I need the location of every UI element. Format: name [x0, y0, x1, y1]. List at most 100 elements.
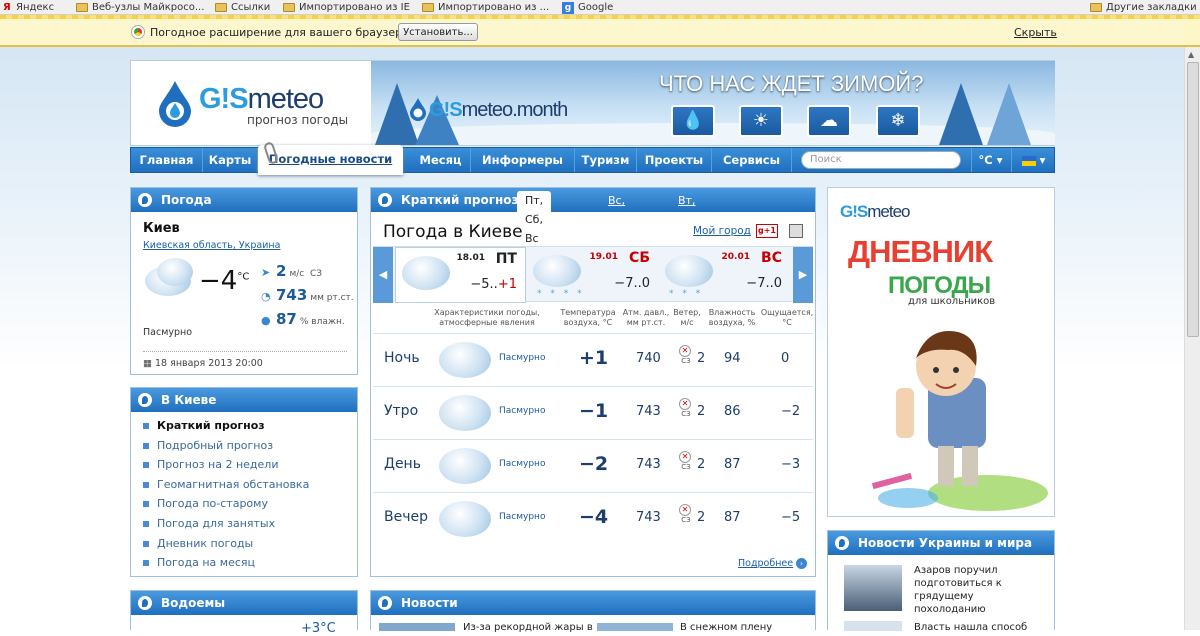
folder-icon: [215, 3, 227, 12]
tree-icon: [939, 83, 983, 145]
drop-icon: [378, 596, 392, 610]
table-row: Утро Пасмурно −1 743 ✕ СЗ 2 86 −2: [373, 386, 813, 439]
cloud-icon: [439, 342, 491, 378]
observation-date: ▦ 18 января 2013 20:00: [143, 351, 347, 369]
cloud-icon: [439, 395, 491, 431]
water-panel: Водоемы +3°C: [130, 590, 358, 636]
gplus-button[interactable]: g+1: [756, 224, 778, 238]
chevron-right-icon[interactable]: ›: [796, 558, 807, 569]
cloud-icon: [533, 255, 581, 287]
tree-icon: [987, 83, 1031, 145]
install-button[interactable]: Установить...: [398, 23, 478, 41]
bookmark-folder[interactable]: Ссылки: [215, 1, 270, 14]
link-month[interactable]: Погода на месяц: [143, 556, 309, 576]
column-header: Ощущается, °C: [760, 308, 814, 327]
google-icon: g: [562, 1, 574, 14]
ad-title: ДНЕВНИК ПОГОДЫ: [848, 234, 993, 299]
nav-services[interactable]: Сервисы: [712, 148, 792, 172]
link-short-forecast[interactable]: Краткий прогноз: [143, 419, 309, 439]
cloud-icon: ☁: [807, 105, 851, 137]
link-detailed-forecast[interactable]: Подробный прогноз: [143, 439, 309, 459]
panel-header: Водоемы: [131, 591, 357, 615]
humidity-metric: ● 87% влажн.: [261, 310, 345, 328]
link-diary[interactable]: Дневник погоды: [143, 537, 309, 557]
bookmark-folder[interactable]: Веб-узлы Майкросо...: [76, 1, 204, 14]
sun-icon: ☀: [739, 105, 783, 137]
country-selector[interactable]: ▾: [1011, 148, 1055, 172]
day-card[interactable]: * * * 20.01 ВС −7..0: [659, 247, 790, 303]
banner-title: ЧТО НАС ЖДЕТ ЗИМОЙ?: [659, 71, 924, 96]
site-logo[interactable]: G!Smeteo прогноз погоды: [131, 61, 371, 145]
banner-brand: G!Smeteo.month: [429, 99, 568, 121]
infobar-message: Погодное расширение для вашего браузера: [150, 26, 409, 39]
nav-maps[interactable]: Карты: [203, 148, 258, 172]
bookmark-folder[interactable]: Импортировано из IE: [283, 1, 410, 14]
calendar-icon: ▦: [143, 358, 152, 369]
nav-tourism[interactable]: Туризм: [575, 148, 637, 172]
link-old-style[interactable]: Погода по-старому: [143, 497, 309, 517]
bookmark-google[interactable]: g Google: [562, 1, 613, 14]
hide-link[interactable]: Скрыть: [1014, 26, 1057, 39]
link-for-busy[interactable]: Погода для занятых: [143, 517, 309, 537]
table-row: День Пасмурно −2 743 ✕ СЗ 2 87 −3: [373, 439, 813, 492]
nav-month[interactable]: Месяц: [411, 148, 471, 172]
panel-header: Погода: [131, 188, 357, 212]
nav-weather-news[interactable]: Погодные новости: [258, 145, 403, 175]
news-headline[interactable]: Азаров поручил подготовиться к грядущему…: [914, 564, 1002, 616]
day-card[interactable]: 18.01 ПТ −5..+1: [395, 247, 526, 303]
panel-header: Новости: [371, 591, 815, 615]
country-link[interactable]: Украина: [239, 240, 281, 251]
more-link[interactable]: Подробнее: [738, 558, 793, 569]
day-card[interactable]: * * * * 19.01 СБ −7..0: [527, 247, 658, 303]
page-scrollbar[interactable]: ▲: [1184, 47, 1200, 630]
nav-informers[interactable]: Информеры: [471, 148, 575, 172]
next-arrow-icon[interactable]: ▶: [793, 247, 813, 303]
scroll-up-icon[interactable]: ▲: [1188, 50, 1194, 59]
nav-projects[interactable]: Проекты: [637, 148, 712, 172]
search-input[interactable]: Поиск: [801, 151, 961, 169]
table-row: Ночь Пасмурно +1 740 ✕ СЗ 2 94 0: [373, 333, 813, 386]
region-link[interactable]: Киевская область: [143, 240, 233, 251]
cloud-icon: [439, 448, 491, 484]
diary-ad-banner[interactable]: G!Smeteo ДНЕВНИК ПОГОДЫ для школьников: [827, 187, 1055, 517]
prev-arrow-icon[interactable]: ◀: [373, 247, 393, 303]
news-panel: Новости Из-за рекордной жары в В снежном…: [370, 590, 816, 633]
tab-sun-mon-tue[interactable]: Вс, Пн, Вт: [600, 191, 635, 245]
bookmark-other[interactable]: Другие закладки: [1090, 1, 1197, 14]
winter-banner[interactable]: G!Smeteo.month ЧТО НАС ЖДЕТ ЗИМОЙ? 💧 ☀ ☁…: [371, 61, 1055, 145]
wind-icon: ➤: [261, 266, 271, 279]
current-temperature: −4°C: [199, 266, 250, 296]
ad-logo: G!Smeteo: [840, 202, 910, 221]
link-2-weeks[interactable]: Прогноз на 2 недели: [143, 458, 309, 478]
scrollbar-thumb[interactable]: [1187, 62, 1199, 337]
print-icon[interactable]: [789, 224, 803, 238]
bookmarks-bar: Я Яндекс Веб-узлы Майкросо... Ссылки Импо…: [0, 0, 1200, 15]
news-headline[interactable]: Власть нашла способ: [914, 621, 1027, 634]
wind-direction-icon: ✕ СЗ: [679, 504, 693, 528]
tab-fri-sat-sun[interactable]: Пт, Сб, Вс: [517, 191, 552, 245]
my-city-link[interactable]: Мой город: [693, 225, 751, 237]
condition-text: Пасмурно: [143, 327, 193, 338]
forecast-panel: Краткий прогноз: Пт, Сб, Вс Вс, Пн, Вт В…: [370, 187, 816, 577]
unit-selector[interactable]: °C ▾: [971, 148, 1009, 172]
folder-icon: [1090, 3, 1102, 12]
nav-home[interactable]: Главная: [131, 148, 203, 172]
news-headline[interactable]: Из-за рекордной жары в: [463, 621, 593, 634]
snow-icon: * * *: [669, 289, 704, 299]
folder-icon: [283, 3, 295, 12]
link-geomagnetic[interactable]: Геомагнитная обстановка: [143, 478, 309, 498]
gauge-icon: ◔: [261, 290, 271, 303]
drop-icon: [378, 193, 392, 207]
news-headline[interactable]: В снежном плену: [680, 621, 772, 634]
bookmark-folder[interactable]: Импортировано из ...: [422, 1, 549, 14]
bookmark-yandex[interactable]: Я Яндекс: [3, 1, 54, 14]
kiev-link-list: Краткий прогноз Подробный прогноз Прогно…: [143, 419, 309, 576]
logo-drop-icon: [159, 81, 191, 127]
infobar-body: Погодное расширение для вашего браузера …: [0, 19, 1184, 45]
current-weather-panel: Погода Киев Киевская область, Украина −4…: [130, 187, 358, 375]
water-temp: +3°C: [301, 621, 336, 636]
tab-tue-wed-thu[interactable]: Вт, Ср, Чт: [670, 191, 704, 245]
site-header: G!Smeteo прогноз погоды G!Smeteo.month Ч…: [130, 60, 1055, 146]
extension-infobar: Погодное расширение для вашего браузера …: [0, 15, 1200, 47]
news-photo[interactable]: [844, 565, 902, 611]
